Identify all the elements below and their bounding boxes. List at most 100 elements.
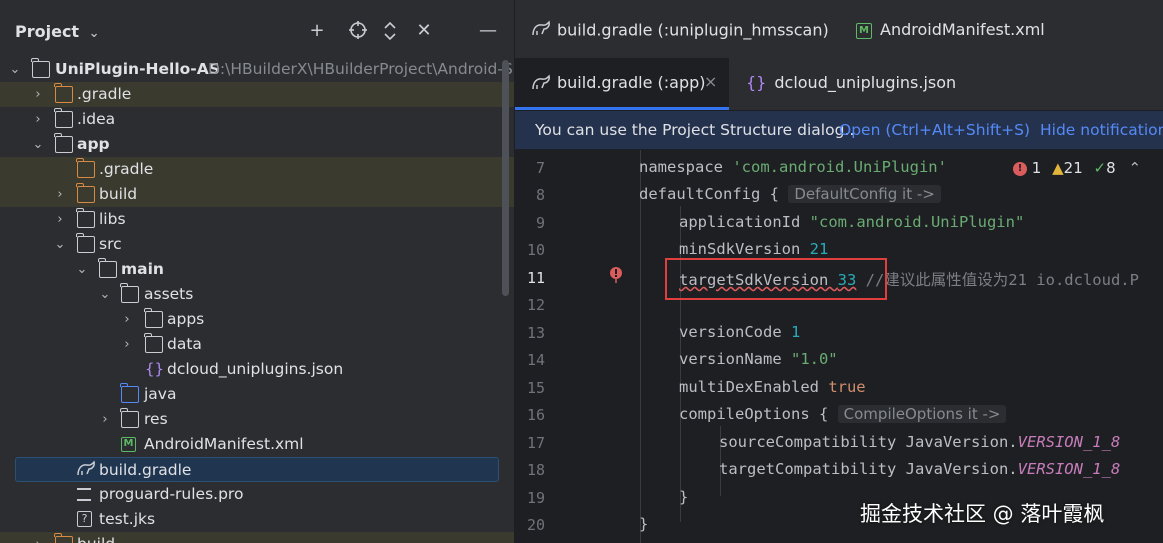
highlight-box — [665, 258, 887, 300]
minimize-icon[interactable]: — — [477, 20, 499, 42]
line-number: 8 — [535, 186, 545, 204]
close-icon[interactable]: ✕ — [413, 20, 435, 42]
chevron-right-icon[interactable]: › — [31, 532, 45, 543]
chevron-down-icon[interactable]: ⌄ — [31, 132, 45, 157]
chevron-right-icon[interactable]: › — [31, 82, 45, 107]
line-number: 17 — [526, 434, 545, 452]
plus-icon[interactable]: + — [306, 20, 328, 42]
tree-item-label: .gradle — [99, 160, 154, 178]
code-line-8: defaultConfig { DefaultConfig it -> — [639, 185, 941, 203]
chevron-right-icon[interactable]: › — [31, 107, 45, 132]
tree-item-libs[interactable]: › libs — [0, 207, 514, 232]
inspection-widget[interactable]: ! 1 ▲21 ✓8 ⌃ — [1013, 159, 1141, 177]
folder-icon — [144, 333, 163, 353]
chevron-down-icon[interactable]: ⌄ — [75, 257, 89, 282]
tree-item-apps[interactable]: › apps — [0, 307, 514, 332]
chevron-down-icon[interactable]: ⌄ — [98, 282, 112, 307]
code-line-16: compileOptions { CompileOptions it -> — [679, 405, 1007, 423]
tab-bar-top: build.gradle (:uniplugin_hmsscan) M Andro… — [515, 0, 1163, 58]
close-tab-icon[interactable]: × — [704, 72, 717, 91]
expand-collapse-icon[interactable] — [379, 20, 401, 42]
inlay-hint: CompileOptions it -> — [837, 405, 1007, 423]
indent-guide — [640, 150, 641, 543]
tab-label: AndroidManifest.xml — [880, 20, 1045, 39]
tree-item-label: assets — [144, 285, 194, 303]
tree-item-manifest[interactable]: M AndroidManifest.xml — [0, 432, 514, 457]
line-number: 7 — [535, 159, 545, 177]
tree-item-label: build.gradle — [99, 461, 192, 479]
error-gutter-icon[interactable] — [609, 266, 623, 283]
folder-icon — [144, 308, 163, 328]
tree-item-build-gradle[interactable]: build.gradle — [15, 457, 499, 482]
inlay-hint: DefaultConfig it -> — [788, 185, 941, 203]
tree-item-proguard[interactable]: proguard-rules.pro — [0, 482, 514, 507]
line-number: 20 — [526, 516, 545, 534]
warning-count: 21 — [1063, 159, 1083, 177]
crosshair-icon[interactable] — [347, 20, 369, 42]
gradle-file-icon — [76, 460, 95, 477]
tree-item-app[interactable]: ⌄ app — [0, 132, 514, 157]
tab-label: build.gradle (:uniplugin_hmsscan) — [557, 20, 829, 40]
chevron-up-icon[interactable]: ⌃ — [1128, 159, 1141, 177]
tree-item-label: data — [167, 335, 202, 353]
chevron-down-icon[interactable]: ⌄ — [8, 57, 22, 82]
tree-item-idea[interactable]: › .idea — [0, 107, 514, 132]
tree-item-label: test.jks — [99, 510, 156, 528]
tree-item-gradle-app[interactable]: .gradle — [0, 157, 514, 182]
tree-item-label: dcloud_uniplugins.json — [167, 360, 344, 378]
chevron-right-icon[interactable]: › — [120, 332, 134, 357]
tab-label: build.gradle (:app) — [557, 73, 706, 92]
check-icon: ✓ — [1093, 159, 1107, 177]
tab-build-gradle-hmsscan[interactable]: build.gradle (:uniplugin_hmsscan) — [531, 20, 829, 42]
chevron-right-icon[interactable]: › — [53, 207, 67, 232]
tree-item-java[interactable]: java — [0, 382, 514, 407]
manifest-file-icon: M — [856, 22, 872, 39]
tab-bar-bottom: build.gradle (:app) × {} dcloud_uniplugin… — [515, 58, 1163, 111]
source-set-folder-icon — [98, 258, 117, 278]
tree-item-build-app[interactable]: › build — [0, 182, 514, 207]
resources-folder-icon — [120, 408, 139, 428]
folder-icon — [54, 108, 73, 128]
folder-icon — [76, 208, 95, 228]
code-line-20: } — [639, 515, 649, 533]
tree-item-src[interactable]: ⌄ src — [0, 232, 514, 257]
code-line-13: versionCode 1 — [679, 323, 801, 341]
tree-item-data[interactable]: › data — [0, 332, 514, 357]
line-number: 18 — [526, 461, 545, 479]
unknown-file-icon: ? — [77, 511, 92, 527]
source-folder-icon — [120, 383, 139, 403]
line-number: 19 — [526, 489, 545, 507]
tab-dcloud-uniplugins[interactable]: {} dcloud_uniplugins.json — [746, 73, 956, 92]
line-number: 12 — [526, 296, 545, 314]
folder-icon — [54, 533, 73, 543]
tree-item-dcloud-json[interactable]: {} dcloud_uniplugins.json — [0, 357, 514, 382]
hide-notification-link[interactable]: Hide notification — [1040, 111, 1163, 149]
chevron-down-icon[interactable]: ⌄ — [53, 232, 67, 257]
chevron-down-icon[interactable]: ⌄ — [89, 26, 100, 41]
notification-bar: You can use the Project Structure dialog… — [515, 111, 1163, 149]
notification-text: You can use the Project Structure dialog… — [535, 121, 855, 139]
tab-android-manifest[interactable]: M AndroidManifest.xml — [856, 20, 1045, 39]
chevron-right-icon[interactable]: › — [120, 307, 134, 332]
module-folder-icon — [54, 133, 73, 153]
project-path: D:\HBuilderX\HBuilderProject\Android-SD — [208, 60, 514, 78]
folder-icon — [76, 158, 95, 178]
tree-item-assets[interactable]: ⌄ assets — [0, 282, 514, 307]
tree-item-main[interactable]: ⌄ main — [0, 257, 514, 282]
tree-scrollbar[interactable] — [502, 60, 509, 296]
line-number: 9 — [535, 214, 545, 232]
tree-item-label: .idea — [77, 110, 116, 128]
tree-item-res[interactable]: › res — [0, 407, 514, 432]
chevron-right-icon[interactable]: › — [53, 182, 67, 207]
chevron-right-icon[interactable]: › — [98, 407, 112, 432]
tab-build-gradle-app[interactable]: build.gradle (:app) × — [515, 58, 729, 110]
tree-item-label: AndroidManifest.xml — [144, 435, 304, 453]
code-editor[interactable]: 7 8 9 10 11 12 13 14 15 16 17 18 19 20 n… — [515, 150, 1163, 543]
tree-item-build-root[interactable]: › build — [0, 532, 514, 543]
tree-item-gradle-root[interactable]: › .gradle — [0, 82, 514, 107]
project-panel-title[interactable]: Project ⌄ — [15, 22, 100, 41]
open-project-structure-link[interactable]: Open (Ctrl+Alt+Shift+S) — [839, 111, 1030, 149]
tree-item-root[interactable]: ⌄ UniPlugin-Hello-AS D:\HBuilderX\HBuild… — [0, 57, 514, 82]
tree-item-test-jks[interactable]: ? test.jks — [0, 507, 514, 532]
tree-item-label: src — [99, 235, 122, 253]
